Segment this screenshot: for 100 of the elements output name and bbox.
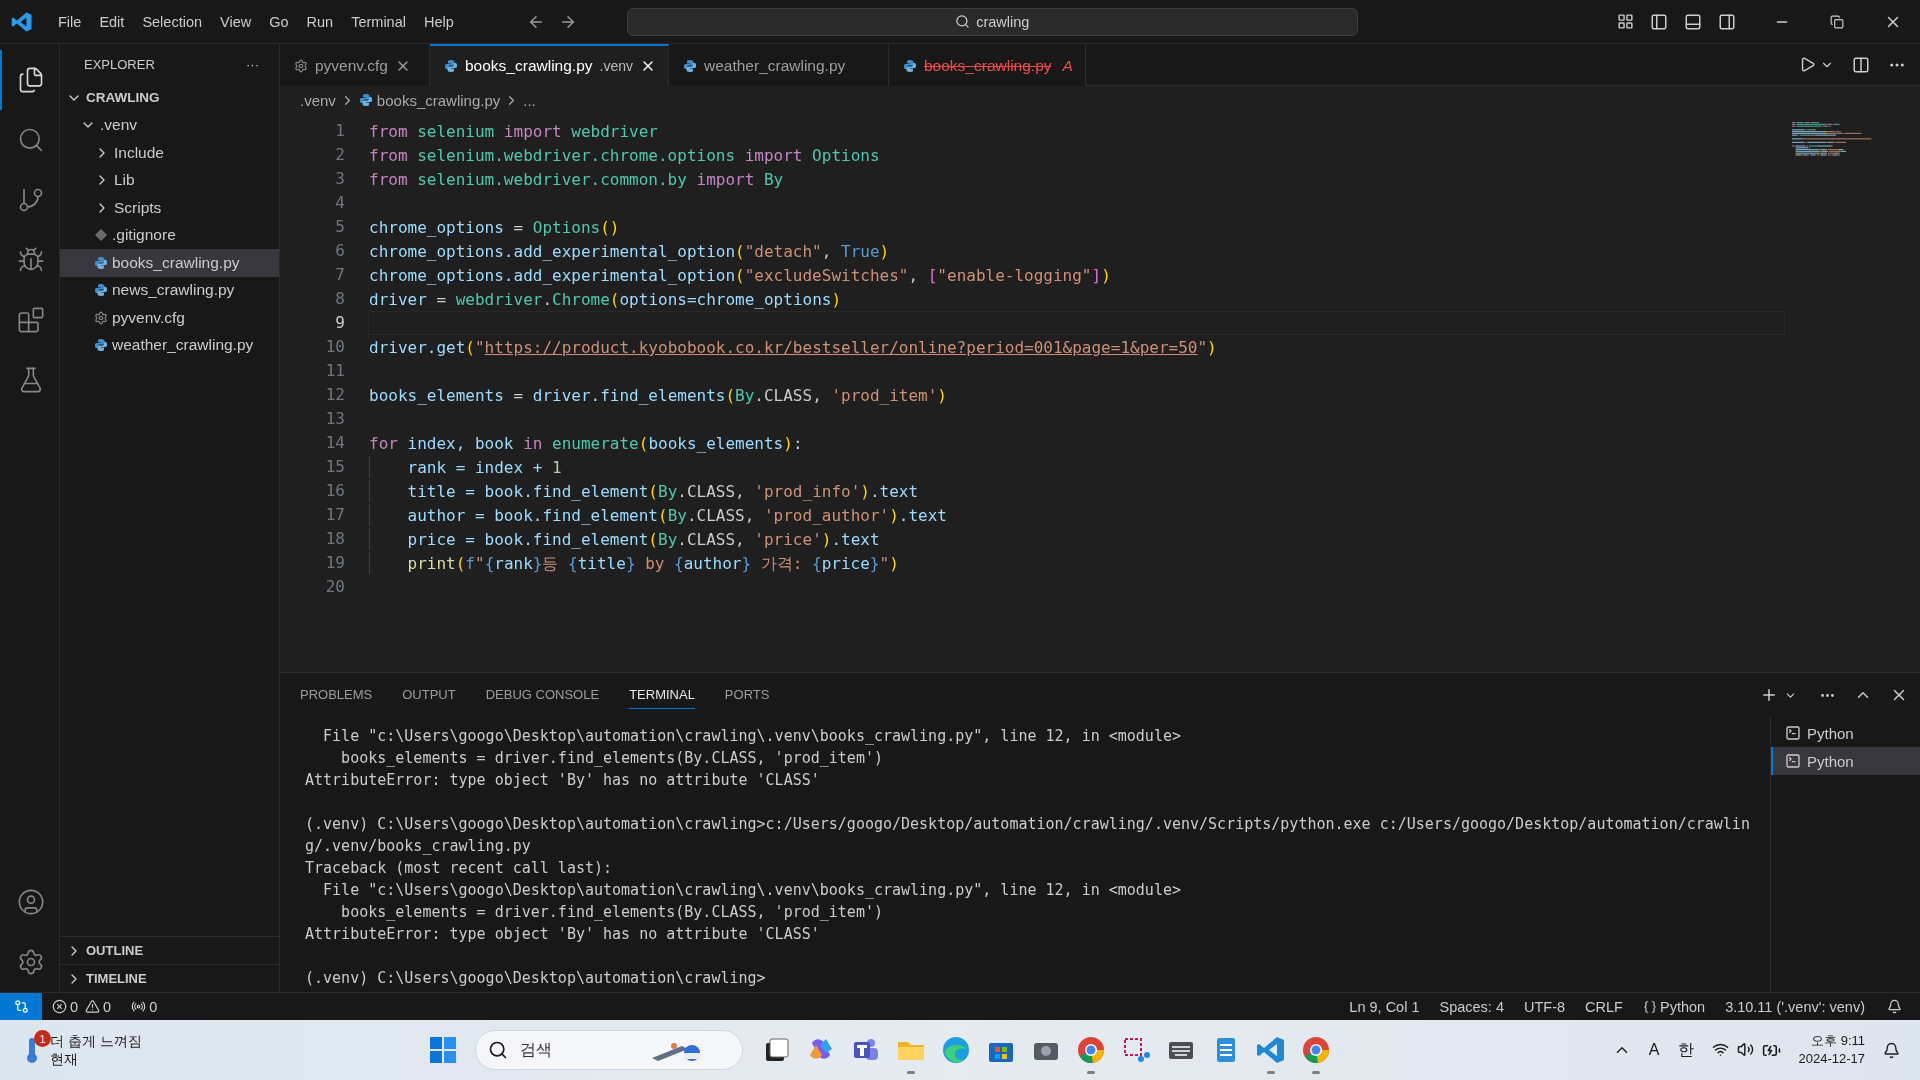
clock[interactable]: 오후 9:11 2024-12-17 [1798, 1032, 1865, 1068]
code-line: driver.get("https://product.kyobobook.co.kr/bestseller/online?period=001&page=1&per=50") [368, 337, 1218, 359]
line-number: 10 [324, 336, 346, 358]
code-line: rank = index + 1 [368, 455, 1785, 479]
status-item[interactable]: CRLF [1575, 998, 1633, 1015]
breadcrumb-item[interactable]: books_crawling.py [376, 91, 501, 109]
search-icon [955, 14, 971, 29]
line-number: 9 [334, 312, 346, 334]
problems-status[interactable]: 0 0 [42, 998, 122, 1015]
more-actions-button[interactable]: ··· [246, 56, 259, 72]
panel-tab[interactable]: OUTPUT [402, 681, 456, 709]
search-input[interactable]: 검색 [518, 1040, 638, 1060]
tab-status: A [1062, 57, 1073, 75]
explorer-item[interactable]: pyvenv.cfg [60, 304, 279, 332]
explorer-item[interactable]: books_crawling.py [60, 249, 279, 277]
plus-icon[interactable] [1760, 686, 1778, 704]
explorer-item[interactable]: Include [60, 139, 279, 167]
running-indicator [1311, 1071, 1320, 1074]
explorer-item[interactable]: Scripts [60, 194, 279, 222]
status-item[interactable]: Spaces: 4 [1429, 998, 1514, 1015]
panel-tab[interactable]: PORTS [724, 681, 770, 709]
restore-icon[interactable] [1830, 14, 1844, 29]
code-line: chrome_options = Options() [368, 217, 621, 239]
run-icon[interactable] [1799, 56, 1816, 73]
menu-item[interactable]: Go [260, 13, 298, 30]
volume-icon[interactable] [1736, 1040, 1754, 1058]
menu-item[interactable]: Run [297, 13, 343, 30]
editor-tab[interactable]: weather_crawling.py [669, 44, 889, 86]
taskbar-search-bar[interactable]: 검색 [475, 1030, 743, 1070]
terminal-line: books_elements = driver.find_elements(By.CLASS, 'prod_item') [340, 748, 884, 769]
command-search-field[interactable]: crawling [626, 7, 1358, 36]
terminal-line: File "c:\Users\googo\Desktop\automation\crawling\.venv\books_crawling.py", line 12, in <module> [322, 726, 1182, 747]
menu-item[interactable]: Terminal [342, 13, 415, 30]
terminal-line: File "c:\Users\googo\Desktop\automation\crawling\.venv\books_crawling.py", line 12, in <module> [322, 880, 1182, 901]
notifications-icon[interactable] [1883, 1041, 1900, 1059]
menu-item[interactable]: View [211, 13, 261, 30]
menu-item[interactable]: Selection [133, 13, 212, 30]
terminal-line: AttributeError: type object 'By' has no attribute 'CLASS' [305, 924, 821, 945]
line-number: 7 [334, 264, 346, 286]
notifications-icon[interactable] [1887, 999, 1902, 1014]
editor-tab[interactable]: books_crawling.py A [889, 44, 1086, 86]
input-mode-indicator[interactable]: A [1648, 1041, 1660, 1059]
windows-logo-icon[interactable] [427, 1035, 458, 1065]
status-item[interactable]: UTF-8 [1514, 998, 1576, 1015]
status-item[interactable]: 3.10.11 ('.venv': venv) [1715, 998, 1875, 1015]
code-line: price = book.find_element(By.CLASS, 'price').text [368, 527, 1785, 551]
tab-description: .venv [599, 58, 633, 74]
panel-tab[interactable]: DEBUG CONSOLE [485, 681, 600, 709]
sidebar-toggle-icon[interactable] [1650, 12, 1668, 31]
line-number: 15 [324, 456, 346, 478]
weather-title: 더 춥게 느껴짐 [50, 1032, 142, 1050]
search-icon [488, 1040, 508, 1060]
layout-icon[interactable] [1617, 13, 1634, 30]
panel-tab[interactable]: PROBLEMS [300, 681, 373, 709]
code-line: from selenium.webdriver.chrome.options import Options [368, 145, 881, 167]
vscode-icon[interactable] [1255, 1035, 1286, 1065]
chrome-icon[interactable] [1300, 1035, 1331, 1065]
terminal-list-item[interactable]: Python [1771, 747, 1920, 775]
antenna-icon [131, 999, 147, 1014]
menu-item[interactable]: Edit [90, 13, 134, 30]
menu-item[interactable]: File [49, 13, 91, 30]
terminal-list-item[interactable]: Python [1771, 719, 1920, 747]
split-editor-icon[interactable] [1852, 55, 1870, 74]
input-language-indicator[interactable]: 한 [1677, 1039, 1694, 1061]
breadcrumb-item[interactable]: .venv [300, 91, 336, 109]
gear-icon [294, 59, 308, 73]
python-icon [683, 59, 697, 73]
python-icon [903, 59, 917, 73]
explorer-item[interactable]: .gitignore [60, 221, 279, 249]
breadcrumb-item[interactable]: ... [523, 91, 536, 109]
terminal-icon [1785, 725, 1801, 741]
explorer-item[interactable]: weather_crawling.py [60, 331, 279, 359]
code-line: for index, book in enumerate(books_elements): [368, 433, 804, 455]
python-icon [444, 59, 458, 73]
running-indicator [906, 1071, 915, 1074]
remote-button[interactable] [0, 993, 42, 1020]
explorer-item[interactable]: Lib [60, 166, 279, 194]
ports-status[interactable]: 0 [121, 998, 168, 1015]
editor-tab[interactable]: books_crawling.py .venv [430, 44, 669, 86]
code-line: print(f"{rank}등 {title} by {author} 가격: {price}") [368, 551, 1785, 575]
line-number: 6 [334, 240, 346, 262]
line-number: 13 [324, 408, 346, 430]
line-number: 1 [334, 120, 346, 142]
python-icon [358, 93, 373, 107]
chrome-icon[interactable] [1075, 1035, 1106, 1065]
editor-tab[interactable]: pyvenv.cfg [280, 44, 430, 86]
panel-toggle-icon[interactable] [1684, 12, 1702, 31]
status-item[interactable]: Python [1632, 998, 1716, 1015]
secondary-sidebar-icon[interactable] [1718, 12, 1736, 31]
code-line: title = book.find_element(By.CLASS, 'prod_info').text [368, 479, 1785, 503]
section-header[interactable]: OUTLINE [60, 936, 279, 964]
explorer-item[interactable]: .venv [60, 111, 279, 139]
line-number: 12 [324, 384, 346, 406]
line-number: 11 [324, 360, 346, 382]
folder-header[interactable]: CRAWLING [60, 84, 279, 112]
status-item[interactable]: Ln 9, Col 1 [1339, 998, 1430, 1015]
explorer-item[interactable]: news_crawling.py [60, 276, 279, 304]
menu-item[interactable]: Help [414, 13, 463, 30]
panel-tab[interactable]: TERMINAL [629, 681, 695, 709]
braces-icon [1642, 999, 1657, 1014]
